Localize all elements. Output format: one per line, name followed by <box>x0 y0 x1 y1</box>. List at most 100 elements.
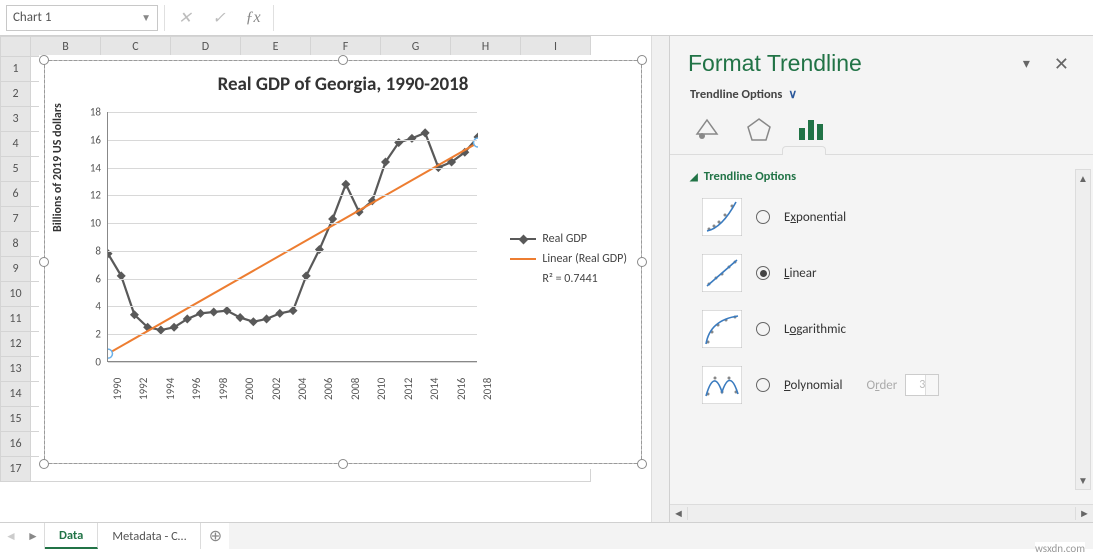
select-all-corner[interactable] <box>1 37 31 57</box>
tab-nav-next[interactable]: ► <box>22 523 44 549</box>
legend-item-trend: Linear (Real GDP) <box>510 252 627 266</box>
row-header[interactable]: 15 <box>1 407 31 432</box>
tab-fill <box>229 523 1093 549</box>
worksheet-area: B C D E F G H I 1 2 3 4 5 6 7 <box>0 36 670 522</box>
group-title[interactable]: ◢ Trendline Options <box>690 169 1085 184</box>
y-axis-ticks: 024681012141618 <box>83 108 103 366</box>
row-header[interactable]: 8 <box>1 232 31 257</box>
pane-horizontal-scrollbar[interactable]: ◄ ► <box>670 504 1093 522</box>
resize-handle[interactable] <box>338 459 348 469</box>
row-header[interactable]: 12 <box>1 332 31 357</box>
resize-handle[interactable] <box>39 459 49 469</box>
chart-svg <box>108 112 478 362</box>
formula-input[interactable] <box>273 5 1087 31</box>
option-polynomial[interactable]: Polynomial Order 3 <box>702 366 1085 404</box>
tab-nav-prev[interactable]: ◄ <box>0 523 22 549</box>
option-linear[interactable]: Linear <box>702 254 1085 292</box>
col-header[interactable]: F <box>311 37 381 57</box>
scroll-down-icon[interactable]: ▼ <box>1076 472 1090 489</box>
row-header[interactable]: 13 <box>1 357 31 382</box>
row-header[interactable]: 17 <box>1 457 31 482</box>
format-category-tabs <box>670 108 1093 155</box>
row-header[interactable]: 1 <box>1 57 31 82</box>
col-header[interactable]: B <box>31 37 101 57</box>
chart-title[interactable]: Real GDP of Georgia, 1990-2018 <box>45 61 641 102</box>
resize-handle[interactable] <box>39 55 49 65</box>
option-label: Exponential <box>784 210 846 225</box>
resize-handle[interactable] <box>338 55 348 65</box>
option-label: Linear <box>784 266 817 281</box>
row-header[interactable]: 2 <box>1 82 31 107</box>
col-header[interactable]: D <box>171 37 241 57</box>
radio-button[interactable] <box>756 210 770 224</box>
radio-button[interactable] <box>756 378 770 392</box>
col-header[interactable]: H <box>451 37 521 57</box>
row-header[interactable]: 3 <box>1 107 31 132</box>
pane-section-header[interactable]: Trendline Options ∨ <box>670 83 1093 108</box>
legend-label: Real GDP <box>542 232 587 246</box>
scroll-right-icon[interactable]: ► <box>1075 507 1093 520</box>
scroll-up-icon[interactable]: ▲ <box>1076 170 1090 187</box>
sheet-tab-data[interactable]: Data <box>45 523 98 549</box>
formula-bar: Chart 1 ▼ ✕ ✓ ƒx <box>0 0 1093 36</box>
legend-label: Linear (Real GDP) <box>542 252 627 266</box>
fill-line-icon[interactable] <box>690 114 724 144</box>
format-trendline-pane: Format Trendline ▾ ✕ Trendline Options ∨… <box>670 36 1093 522</box>
polynomial-icon <box>702 366 742 404</box>
worksheet-row: B C D E F G H I 1 2 3 4 5 6 7 <box>0 36 669 522</box>
logarithmic-icon <box>702 310 742 348</box>
trendline-options-icon[interactable] <box>794 114 828 144</box>
chart-body: Billions of 2019 US dollars 024681012141… <box>45 102 641 442</box>
order-control: Order 3 <box>866 374 939 396</box>
row-header[interactable]: 6 <box>1 182 31 207</box>
legend[interactable]: Real GDP Linear (Real GDP) R² = 0.7441 <box>510 232 627 286</box>
status-bar <box>0 549 1093 557</box>
enter-button: ✓ <box>205 5 233 31</box>
scroll-left-icon[interactable]: ◄ <box>670 507 688 520</box>
pane-header: Format Trendline ▾ ✕ <box>670 36 1093 83</box>
effects-icon[interactable] <box>742 114 776 144</box>
chevron-down-icon[interactable]: ▼ <box>141 11 151 24</box>
order-label: Order <box>866 378 897 393</box>
divider <box>164 5 165 31</box>
plot-area[interactable] <box>107 112 477 362</box>
row-header[interactable]: 4 <box>1 132 31 157</box>
row-header[interactable]: 14 <box>1 382 31 407</box>
linear-icon <box>702 254 742 292</box>
col-header[interactable]: I <box>521 37 591 57</box>
row-header[interactable]: 5 <box>1 157 31 182</box>
col-header[interactable]: G <box>381 37 451 57</box>
radio-button[interactable] <box>756 322 770 336</box>
fx-button[interactable]: ƒx <box>239 5 267 31</box>
row-header[interactable]: 11 <box>1 307 31 332</box>
name-box[interactable]: Chart 1 ▼ <box>6 5 158 31</box>
cancel-button: ✕ <box>171 5 199 31</box>
add-sheet-button[interactable]: ⊕ <box>201 523 229 549</box>
col-header[interactable]: C <box>101 37 171 57</box>
sheet-tab-metadata[interactable]: Metadata - C… <box>98 523 201 549</box>
sheet-tab-bar: ◄ ► Data Metadata - C… ⊕ <box>0 522 1093 549</box>
grid[interactable]: B C D E F G H I 1 2 3 4 5 6 7 <box>0 36 651 522</box>
legend-item-series: Real GDP <box>510 232 627 246</box>
row-header[interactable]: 10 <box>1 282 31 307</box>
row-header[interactable]: 16 <box>1 432 31 457</box>
option-logarithmic[interactable]: Logarithmic <box>702 310 1085 348</box>
radio-button[interactable] <box>756 266 770 280</box>
group-label: Trendline Options <box>704 169 796 184</box>
row-header[interactable]: 7 <box>1 207 31 232</box>
close-icon[interactable]: ✕ <box>1048 53 1075 75</box>
main-area: B C D E F G H I 1 2 3 4 5 6 7 <box>0 36 1093 522</box>
vertical-scrollbar[interactable] <box>651 36 669 522</box>
x-axis-ticks: 1990199219941996199820002002200420062008… <box>107 370 477 430</box>
chart-object[interactable]: Real GDP of Georgia, 1990-2018 Billions … <box>44 60 642 464</box>
option-label: Logarithmic <box>784 322 846 337</box>
col-header[interactable]: E <box>241 37 311 57</box>
resize-handle[interactable] <box>637 55 647 65</box>
option-exponential[interactable]: Exponential <box>702 198 1085 236</box>
y-axis-label[interactable]: Billions of 2019 US dollars <box>51 103 65 232</box>
resize-handle[interactable] <box>637 459 647 469</box>
pane-menu-icon[interactable]: ▾ <box>1015 55 1038 72</box>
watermark: wsxdn.com <box>1035 542 1085 555</box>
pane-vertical-scrollbar[interactable]: ▲ ▼ <box>1075 169 1091 490</box>
row-header[interactable]: 9 <box>1 257 31 282</box>
